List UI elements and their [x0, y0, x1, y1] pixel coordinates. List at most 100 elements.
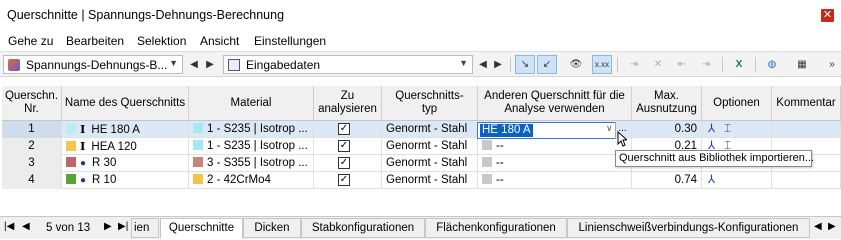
other-section-cell[interactable]: -- [478, 155, 632, 172]
select-tool-alt-icon[interactable]: ↙ [537, 55, 557, 74]
separator [617, 57, 618, 72]
tab-linienschweissverbindungs[interactable]: Linienschweißverbindungs-Konfigurationen [567, 218, 810, 238]
select-tool-icon[interactable]: ↘ [515, 55, 535, 74]
globe-icon[interactable]: ◍ [762, 55, 782, 74]
menu-ansicht[interactable]: Ansicht [200, 34, 239, 48]
analyze-checkbox[interactable]: ✓ [338, 157, 350, 169]
other-section-cell[interactable]: -- [478, 138, 632, 155]
type-cell: Genormt - Stahl [382, 138, 478, 155]
material-cell[interactable]: 2 - 42CrMo4 [189, 172, 314, 189]
options-cell[interactable]: ⅄ [702, 172, 772, 189]
close-icon[interactable]: ✕ [821, 9, 834, 22]
material-name: 1 - S235 | Isotrop ... [207, 140, 308, 152]
move-row-icon[interactable]: ⇤ [672, 55, 692, 74]
next-page-icon[interactable]: ▶ [104, 221, 112, 232]
material-cell[interactable]: 1 - S235 | Isotrop ... [189, 121, 314, 138]
prev-page-icon[interactable]: ◀ [22, 221, 30, 232]
header-material[interactable]: Material [189, 86, 314, 121]
analyze-checkbox[interactable]: ✓ [338, 174, 350, 186]
section-name-cell[interactable]: ● R 30 [62, 155, 189, 172]
first-page-icon[interactable]: |◀ [4, 221, 14, 232]
menu-einstellungen[interactable]: Einstellungen [254, 34, 326, 48]
round-bar-icon: ● [80, 175, 87, 186]
header-util[interactable]: Max. Ausnutzung [632, 86, 702, 121]
table-row[interactable]: 1 I HE 180 A 1 - S235 | Isotrop ... ✓ Gen… [2, 121, 841, 138]
xxx-filter-icon[interactable]: x.xx [592, 55, 612, 74]
analysis-combo-value: Spannungs-Dehnungs-B... [26, 58, 168, 72]
section-icon: ⌶ [724, 123, 732, 135]
delete-row-icon[interactable]: ✕ [648, 55, 668, 74]
round-bar-icon: ● [80, 158, 87, 169]
header-other[interactable]: Anderen Querschnitt für die Analyse verw… [478, 86, 632, 121]
menu-selektion[interactable]: Selektion [137, 34, 186, 48]
header-options-label: Optionen [713, 97, 760, 109]
header-nr[interactable]: Querschn. Nr. [2, 86, 62, 121]
section-name: R 10 [92, 174, 117, 186]
scroll-tabs-right-icon[interactable]: ▶ [828, 221, 836, 232]
section-name-cell[interactable]: ● R 10 [62, 172, 189, 189]
view-icon[interactable]: 👁 [566, 55, 586, 74]
tab-flaechenkonfigurationen[interactable]: Flächenkonfigurationen [425, 218, 567, 238]
tab-querschnitte[interactable]: Querschnitte [160, 218, 243, 239]
last-page-icon[interactable]: ▶| [118, 221, 128, 232]
header-comment-label: Kommentar [776, 97, 836, 109]
comment-cell[interactable] [772, 172, 841, 189]
data-combo-value: Eingabedaten [246, 58, 321, 72]
next-arrow-icon[interactable]: ▶ [200, 55, 220, 74]
section-name: R 30 [92, 157, 117, 169]
data-combo[interactable]: Eingabedaten ▼ [223, 55, 473, 74]
header-type[interactable]: Querschnitts- typ [382, 86, 478, 121]
header-other-label: Anderen Querschnitt für die Analyse verw… [484, 90, 625, 115]
table-row[interactable]: 4 ● R 10 2 - 42CrMo4 ✓ Genormt - Stahl --… [2, 172, 841, 189]
utilization-cell: 0.30 [632, 121, 702, 138]
analyze-cell[interactable]: ✓ [314, 121, 382, 138]
separator [722, 57, 723, 72]
other-section-editor[interactable]: HE 180 A ∨ ... [477, 122, 629, 139]
options-cell[interactable]: ⅄ ⌶ [702, 121, 772, 138]
move-row-down-icon[interactable]: ⇥ [696, 55, 716, 74]
material-name: 2 - 42CrMo4 [207, 174, 271, 186]
other-section-value: -- [496, 174, 504, 186]
scroll-tabs-left-icon[interactable]: ◀ [814, 221, 822, 232]
header-name[interactable]: Name des Querschnitts [62, 86, 189, 121]
section-color-swatch [66, 157, 76, 167]
header-comment[interactable]: Kommentar [772, 86, 841, 121]
tab-stabkonfigurationen[interactable]: Stabkonfigurationen [301, 218, 425, 238]
other-section-value: -- [496, 140, 504, 152]
header-analyze[interactable]: Zu analysieren [314, 86, 382, 121]
settings-table-icon[interactable]: ▦ [792, 55, 812, 74]
overflow-icon[interactable]: » [822, 55, 841, 74]
comment-cell[interactable] [772, 121, 841, 138]
insert-row-icon[interactable]: ⇥ [624, 55, 644, 74]
tooltip: Querschnitt aus Bibliothek importieren..… [615, 150, 814, 167]
menu-bar: Gehe zu Bearbeiten Selektion Ansicht Ein… [0, 31, 841, 51]
row-number: 3 [2, 155, 62, 172]
row-number: 1 [2, 121, 62, 138]
analyze-cell[interactable]: ✓ [314, 172, 382, 189]
row-number: 4 [2, 172, 62, 189]
analysis-type-icon [8, 59, 20, 71]
header-options[interactable]: Optionen [702, 86, 772, 121]
chevron-down-icon[interactable]: ∨ [606, 123, 613, 134]
row-number: 2 [2, 138, 62, 155]
other-section-input[interactable]: HE 180 A [480, 124, 533, 137]
menu-bearbeiten[interactable]: Bearbeiten [66, 34, 124, 48]
other-section-cell[interactable]: -- [478, 172, 632, 189]
analyze-cell[interactable]: ✓ [314, 155, 382, 172]
section-name-cell[interactable]: I HE 180 A [62, 121, 189, 138]
next-arrow-icon[interactable]: ▶ [488, 55, 508, 74]
material-cell[interactable]: 3 - S355 | Isotrop ... [189, 155, 314, 172]
analyze-checkbox[interactable]: ✓ [338, 140, 350, 152]
tab-partial[interactable]: ien [131, 218, 159, 238]
material-cell[interactable]: 1 - S235 | Isotrop ... [189, 138, 314, 155]
tab-dicken[interactable]: Dicken [243, 218, 301, 238]
menu-gehe-zu[interactable]: Gehe zu [8, 34, 53, 48]
analyze-checkbox[interactable]: ✓ [338, 123, 350, 135]
analyze-cell[interactable]: ✓ [314, 138, 382, 155]
empty-swatch [482, 140, 492, 150]
analysis-combo[interactable]: Spannungs-Dehnungs-B... ▼ [3, 55, 183, 74]
excel-icon[interactable]: X [729, 55, 749, 74]
header-util-label: Max. Ausnutzung [636, 90, 697, 115]
section-name-cell[interactable]: I HEA 120 [62, 138, 189, 155]
header-nr-label: Querschn. Nr. [4, 90, 59, 115]
